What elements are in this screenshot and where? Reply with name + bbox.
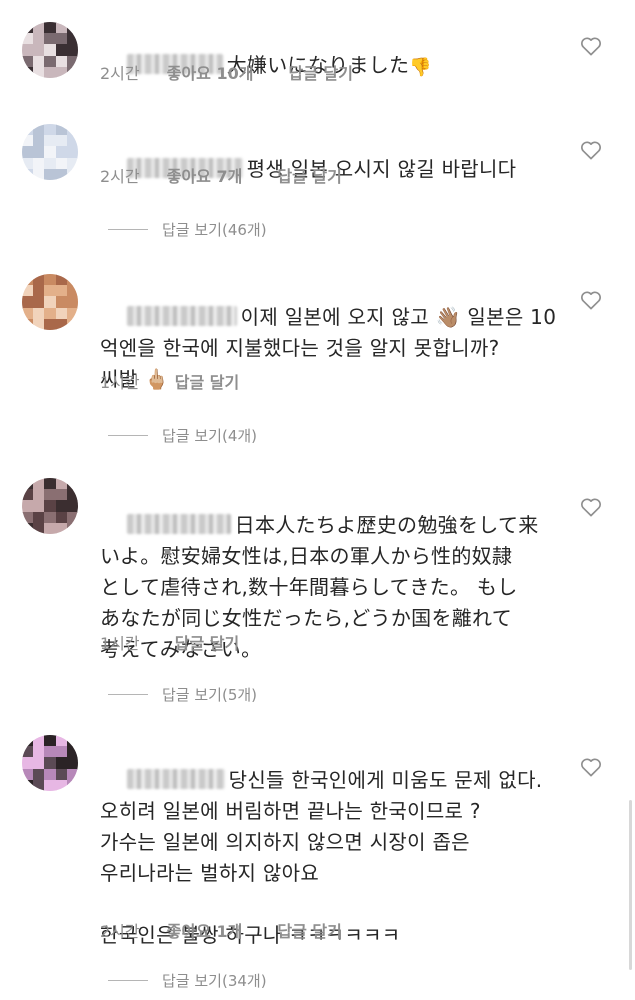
avatar[interactable] <box>22 478 78 534</box>
divider <box>108 980 148 981</box>
avatar-pixel <box>66 522 78 534</box>
avatar[interactable] <box>22 274 78 330</box>
comment-meta: 1시간 답글 달기 <box>100 369 239 393</box>
comment-meta: 1시간 답글 달기 <box>100 630 239 654</box>
timestamp: 2시간 <box>100 922 140 941</box>
comment-meta: 2시간 좋아요 1개 답글 달기 <box>100 918 342 942</box>
view-replies-label: 답글 보기(5개) <box>162 686 258 704</box>
comment-text: 日本人たちよ歴史の勉強をして来 いよ。慰安婦女性は,日本の軍人から性的奴隷 とし… <box>100 513 539 661</box>
like-heart-icon[interactable] <box>580 140 602 160</box>
divider <box>108 694 148 695</box>
view-replies-label: 답글 보기(4개) <box>162 427 258 445</box>
timestamp: 2시간 <box>100 64 140 83</box>
comment-meta: 2시간 좋아요 7개 답글 달기 <box>100 163 342 187</box>
avatar[interactable] <box>22 735 78 791</box>
comment-meta: 2시간 좋아요 10개 답글 달기 <box>100 60 353 84</box>
comment-text: 이제 일본에 오지 않고 👋🏽 일본은 10 억엔을 한국에 지불했다는 것을 … <box>100 305 557 391</box>
avatar-pixel <box>66 168 78 180</box>
username-blurred[interactable] <box>126 514 231 534</box>
avatar-pixel <box>66 779 78 791</box>
thumbs-down-icon: 👎 <box>409 57 433 78</box>
avatar[interactable] <box>22 22 78 78</box>
like-count[interactable]: 좋아요 1개 <box>167 918 243 942</box>
timestamp: 1시간 <box>100 634 140 653</box>
view-replies-label: 답글 보기(34개) <box>162 972 267 990</box>
username-blurred[interactable] <box>126 769 225 789</box>
like-heart-icon[interactable] <box>580 36 602 56</box>
like-count[interactable]: 좋아요 10개 <box>167 60 254 84</box>
scrollbar[interactable] <box>629 800 632 970</box>
divider <box>108 229 148 230</box>
avatar-pixel <box>66 318 78 330</box>
view-replies-button[interactable]: 답글 보기(5개) <box>108 684 257 705</box>
view-replies-button[interactable]: 답글 보기(4개) <box>108 425 257 446</box>
reply-button[interactable]: 답글 달기 <box>175 630 239 654</box>
reply-button[interactable]: 답글 달기 <box>277 163 341 187</box>
like-heart-icon[interactable] <box>580 290 602 310</box>
like-heart-icon[interactable] <box>580 757 602 777</box>
like-heart-icon[interactable] <box>580 497 602 517</box>
avatar[interactable] <box>22 124 78 180</box>
view-replies-button[interactable]: 답글 보기(46개) <box>108 219 267 240</box>
reply-button[interactable]: 답글 달기 <box>277 918 341 942</box>
timestamp: 1시간 <box>100 373 140 392</box>
view-replies-label: 답글 보기(46개) <box>162 221 267 239</box>
avatar-pixel <box>66 66 78 78</box>
divider <box>108 435 148 436</box>
reply-button[interactable]: 답글 달기 <box>175 369 239 393</box>
reply-button[interactable]: 답글 달기 <box>289 60 353 84</box>
username-blurred[interactable] <box>126 306 237 326</box>
view-replies-button[interactable]: 답글 보기(34개) <box>108 970 267 991</box>
comment-text: 당신들 한국인에게 미움도 문제 없다. 오히려 일본에 버림하면 끝나는 한국… <box>100 768 543 947</box>
timestamp: 2시간 <box>100 167 140 186</box>
like-count[interactable]: 좋아요 7개 <box>167 163 243 187</box>
